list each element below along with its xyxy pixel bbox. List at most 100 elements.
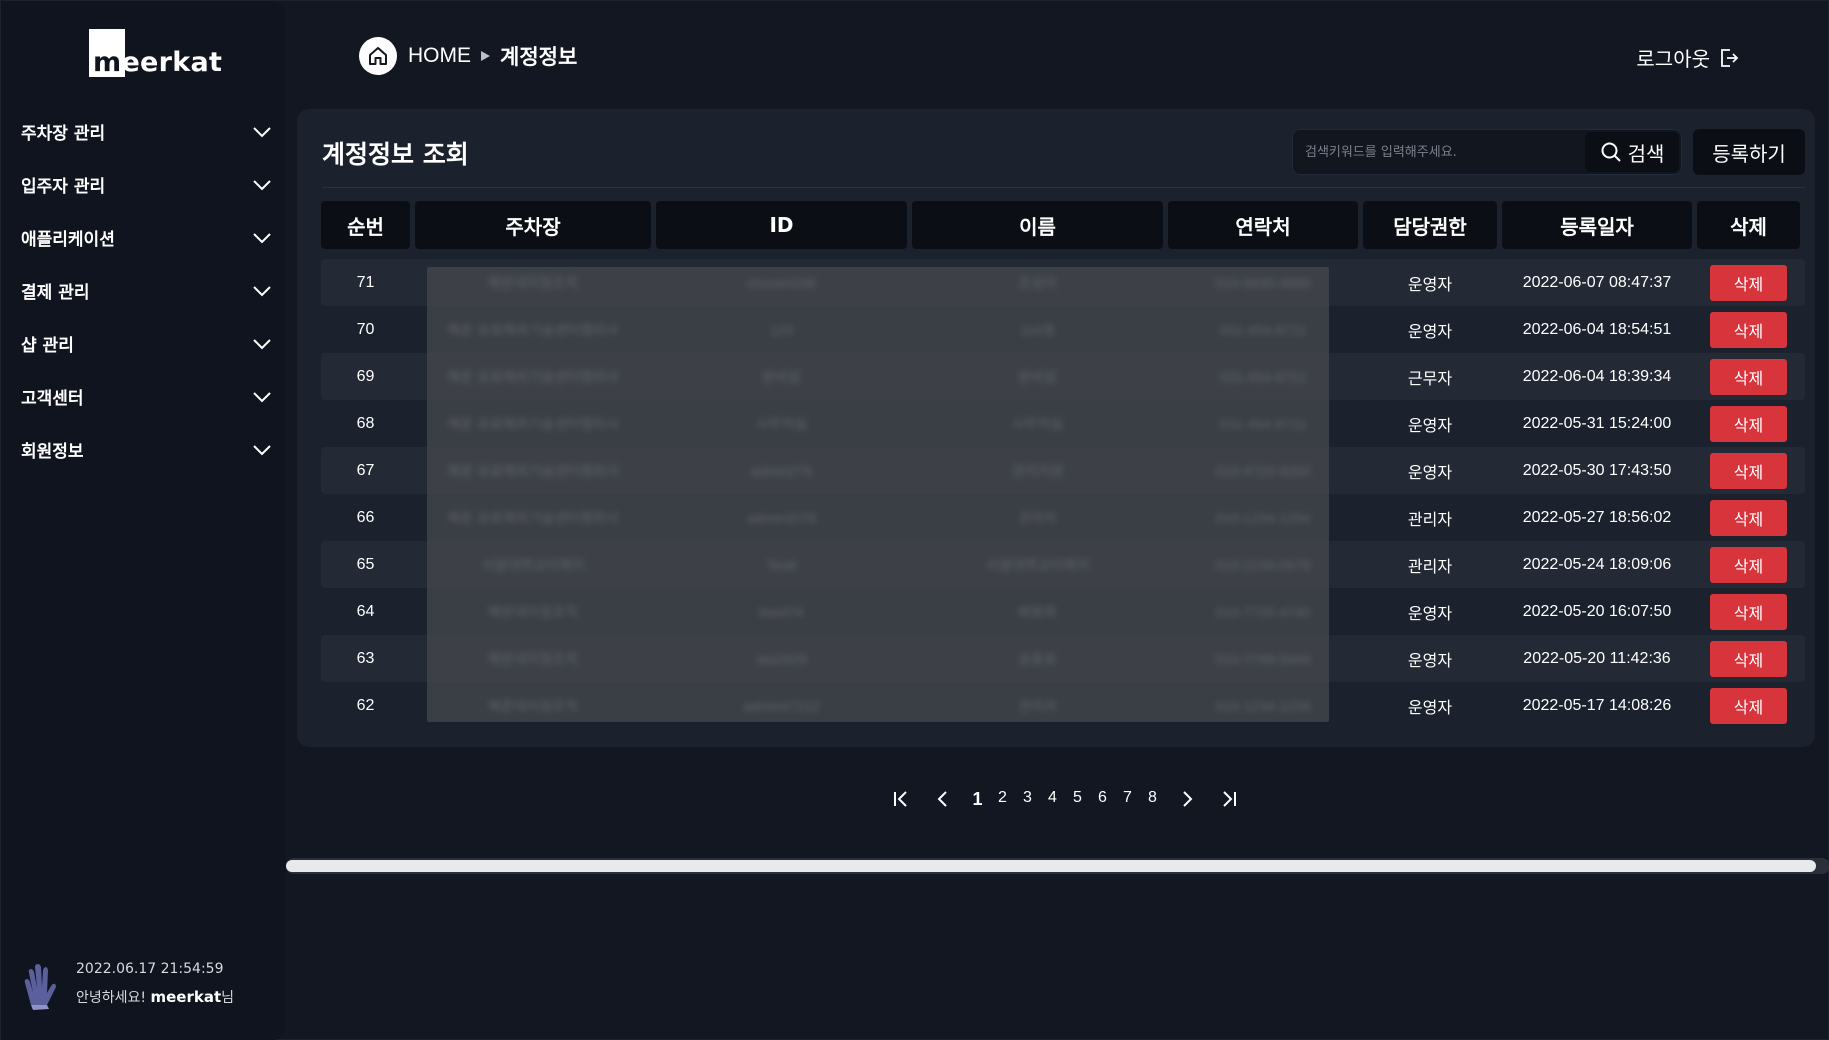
column-header-delete: 삭제: [1697, 201, 1800, 249]
cell-name: 관리자: [1018, 697, 1057, 714]
cell-name: 관리자원: [1011, 462, 1064, 479]
page-number[interactable]: 2: [990, 789, 1015, 810]
cell-no: 67: [356, 461, 375, 479]
cell-name: 분비실: [1018, 368, 1057, 385]
sidebar-item-support[interactable]: 고객센터: [21, 370, 273, 423]
column-header-date: 등록일자: [1502, 201, 1692, 249]
current-datetime: 2022.06.17 21:54:59: [76, 961, 224, 977]
cell-phone: 031-454-8721: [1219, 321, 1307, 338]
cell-role: 운영자: [1407, 417, 1453, 435]
chevron-down-icon: [253, 338, 271, 349]
table-row: 63 해운대지점조직 ata2929 송용호 010-7788-5444 운영자 2022-…: [321, 635, 1805, 682]
cell-name: 배용화: [1018, 603, 1057, 620]
user-greeting: 안녕하세요! meerkat님: [76, 987, 234, 1007]
page-number[interactable]: 7: [1115, 789, 1140, 810]
cell-role: 근무자: [1407, 370, 1453, 388]
search-input[interactable]: [1305, 130, 1585, 174]
cell-role: 관리자: [1407, 558, 1453, 576]
sidebar-item-account[interactable]: 회원정보: [21, 423, 273, 476]
cell-no: 69: [356, 367, 375, 385]
chevron-down-icon: [253, 285, 271, 296]
app-frame: meerkat 주차장 관리 입주자 관리 애플리케이션 결제 관리 샵 관리: [0, 0, 1829, 1040]
cell-phone: 010-1234-1234: [1215, 697, 1311, 714]
title-divider: [322, 187, 1805, 188]
delete-button[interactable]: 삭제: [1710, 312, 1787, 348]
first-page-icon: [894, 791, 907, 807]
cell-date: 2022-06-07 08:47:37: [1522, 273, 1672, 291]
cell-role: 운영자: [1407, 652, 1453, 670]
cell-phone: 010-1234-1234: [1215, 509, 1311, 526]
delete-button[interactable]: 삭제: [1710, 359, 1787, 395]
greeting-text: 안녕하세요!: [76, 990, 147, 1006]
sidebar-item-label: 회원정보: [21, 442, 84, 462]
delete-button[interactable]: 삭제: [1710, 453, 1787, 489]
page-number[interactable]: 1: [965, 789, 990, 810]
cell-id: admin47212: [742, 697, 821, 714]
horizontal-scrollbar[interactable]: [286, 858, 1829, 874]
next-page-button[interactable]: [1175, 787, 1199, 811]
delete-button[interactable]: 삭제: [1710, 406, 1787, 442]
breadcrumb-home[interactable]: HOME: [408, 44, 471, 68]
delete-button[interactable]: 삭제: [1710, 594, 1787, 630]
cell-parking: 해운 유료해외기술센터챔피사: [447, 321, 619, 338]
cell-no: 66: [356, 508, 375, 526]
home-icon[interactable]: [359, 37, 397, 75]
sidebar-item-label: 입주자 관리: [21, 177, 106, 197]
register-button[interactable]: 등록하기: [1693, 129, 1805, 175]
page-number[interactable]: 5: [1065, 789, 1090, 810]
cell-phone: 010-9935-4889: [1215, 274, 1311, 291]
house-icon: [369, 47, 387, 65]
table-row: 66 해운 유료해외기술센터챔피사 admin3278 관리자 010-1234-123…: [321, 494, 1805, 541]
delete-button[interactable]: 삭제: [1710, 547, 1787, 583]
delete-button[interactable]: 삭제: [1710, 500, 1787, 536]
search-button[interactable]: 검색: [1585, 132, 1679, 172]
first-page-button[interactable]: [889, 787, 913, 811]
page-number[interactable]: 3: [1015, 789, 1040, 810]
page-number[interactable]: 4: [1040, 789, 1065, 810]
delete-button[interactable]: 삭제: [1710, 265, 1787, 301]
page-number[interactable]: 6: [1090, 789, 1115, 810]
sidebar-item-label: 결제 관리: [21, 283, 90, 303]
logout-icon: [1721, 48, 1739, 67]
sidebar-item-application[interactable]: 애플리케이션: [21, 211, 273, 264]
logout-button[interactable]: 로그아웃: [1636, 43, 1740, 72]
page-number-list: 12345678: [965, 789, 1165, 810]
sidebar-item-label: 주차장 관리: [21, 124, 106, 144]
delete-button[interactable]: 삭제: [1710, 688, 1787, 724]
cell-date: 2022-06-04 18:54:51: [1522, 320, 1672, 338]
sidebar-item-shop[interactable]: 샵 관리: [21, 317, 273, 370]
chevron-down-icon: [253, 391, 271, 402]
chevron-down-icon: [253, 444, 271, 455]
cell-no: 63: [356, 649, 375, 667]
cell-no: 68: [356, 414, 375, 432]
column-header-id: ID: [656, 201, 907, 249]
chevron-down-icon: [253, 232, 271, 243]
column-header-name: 이름: [912, 201, 1163, 249]
sidebar-item-payment[interactable]: 결제 관리: [21, 264, 273, 317]
cell-no: 64: [356, 602, 375, 620]
cell-role: 운영자: [1407, 276, 1453, 294]
cell-name: 조성아: [1018, 274, 1057, 291]
page-number[interactable]: 8: [1140, 789, 1165, 810]
sidebar-item-residents[interactable]: 입주자 관리: [21, 158, 273, 211]
sidebar-item-parking[interactable]: 주차장 관리: [21, 105, 273, 158]
search-button-label: 검색: [1627, 141, 1665, 166]
cell-parking: 서울대학교이해지: [481, 556, 585, 573]
prev-page-button[interactable]: [931, 787, 955, 811]
cell-id: bseil74: [759, 603, 804, 620]
cell-id: 사무처실: [755, 415, 808, 432]
scrollbar-thumb[interactable]: [286, 860, 1816, 872]
cell-role: 운영자: [1407, 699, 1453, 717]
cell-parking: 해운 유료해외기술센터챔피사: [447, 462, 619, 479]
column-header-role: 담당권한: [1363, 201, 1497, 249]
last-page-button[interactable]: [1217, 787, 1241, 811]
sidebar-item-label: 샵 관리: [21, 336, 74, 356]
cell-role: 운영자: [1407, 323, 1453, 341]
sidebar: meerkat 주차장 관리 입주자 관리 애플리케이션 결제 관리 샵 관리: [1, 1, 286, 1040]
cell-date: 2022-05-27 18:56:02: [1522, 508, 1672, 526]
cell-name: 서울대학교이해지: [985, 556, 1090, 573]
cell-date: 2022-05-20 11:42:36: [1523, 649, 1671, 667]
cell-id: choseri336: [747, 274, 816, 291]
delete-button[interactable]: 삭제: [1710, 641, 1787, 677]
cell-name: 110정: [1019, 321, 1056, 338]
